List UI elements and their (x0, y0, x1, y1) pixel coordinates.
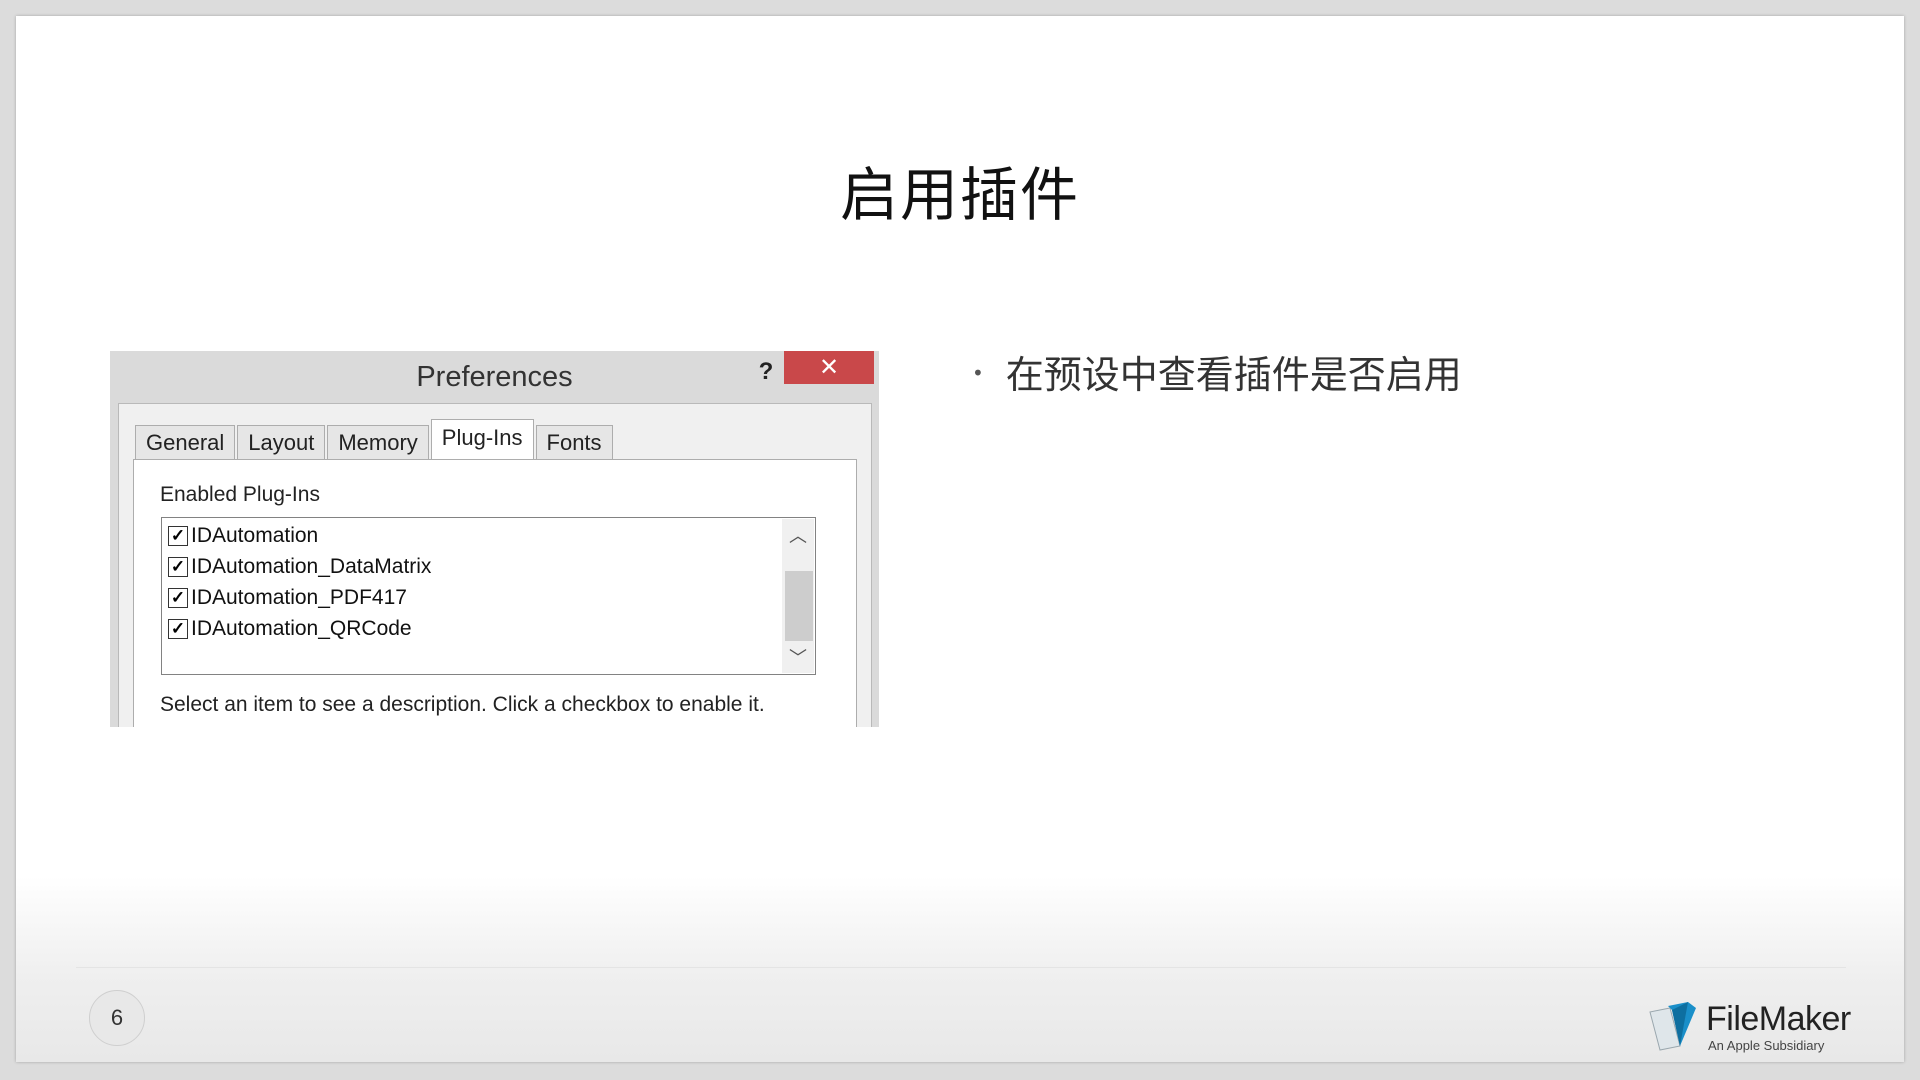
checkmark-icon[interactable]: ✓ (168, 526, 188, 546)
plugin-name: IDAutomation_QRCode (191, 617, 412, 640)
plugins-listbox[interactable]: ✓ IDAutomation ✓ IDAutomation_DataMatrix… (161, 517, 816, 675)
filemaker-logo: FileMaker An Apple Subsidiary (1646, 1000, 1866, 1056)
footer-divider (76, 967, 1846, 968)
tab-fonts[interactable]: Fonts (535, 425, 613, 459)
plugin-name: IDAutomation (191, 524, 319, 547)
list-item[interactable]: ✓ IDAutomation_DataMatrix (168, 550, 431, 584)
checkmark-icon[interactable]: ✓ (168, 619, 188, 639)
close-icon: ✕ (818, 354, 840, 381)
tab-general[interactable]: General (135, 425, 236, 459)
scrollbar-thumb[interactable] (785, 571, 813, 641)
tab-plug-ins[interactable]: Plug-Ins (430, 419, 534, 459)
logo-wordmark: FileMaker (1706, 1000, 1851, 1038)
list-item[interactable]: ✓ IDAutomation_PDF417 (168, 581, 407, 615)
tab-strip: General Layout Memory Plug-Ins Fonts (135, 419, 615, 459)
logo-tagline: An Apple Subsidiary (1708, 1038, 1825, 1053)
list-item[interactable]: ✓ IDAutomation (168, 519, 318, 553)
tab-memory[interactable]: Memory (327, 425, 429, 459)
description-text: Select an item to see a description. Cli… (160, 693, 765, 716)
tab-layout[interactable]: Layout (237, 425, 326, 459)
plugin-name: IDAutomation_DataMatrix (191, 555, 432, 578)
vertical-scrollbar[interactable]: ︿ ﹀ (782, 519, 814, 673)
list-item[interactable]: ✓ IDAutomation_QRCode (168, 612, 412, 646)
chevron-up-icon[interactable]: ︿ (782, 521, 814, 551)
checkmark-icon[interactable]: ✓ (168, 557, 188, 577)
chevron-down-icon[interactable]: ﹀ (782, 643, 814, 673)
page-number: 6 (89, 990, 145, 1046)
checkmark-icon[interactable]: ✓ (168, 588, 188, 608)
bullet-dot-icon: • (972, 360, 984, 385)
preferences-dialog: Preferences ? ✕ General Layout Memory Pl… (110, 351, 879, 727)
bullet-text: 在预设中查看插件是否启用 (1005, 353, 1462, 397)
plugin-name: IDAutomation_PDF417 (191, 586, 407, 609)
close-button[interactable]: ✕ (784, 351, 874, 384)
bullet-item: • 在预设中查看插件是否启用 (972, 344, 1462, 399)
enabled-plugins-label: Enabled Plug-Ins (160, 483, 320, 506)
help-icon[interactable]: ? (746, 353, 786, 393)
filemaker-folder-icon (1649, 1002, 1696, 1051)
slide-title: 启用插件 (839, 161, 1080, 229)
